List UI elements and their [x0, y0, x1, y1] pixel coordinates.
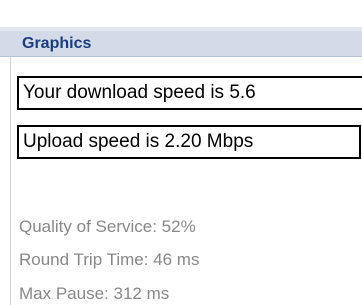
max-pause-stat: Max Pause: 312 ms	[19, 284, 170, 303]
upload-speed-result: Upload speed is 2.20 Mbps	[17, 125, 361, 159]
panel-title: Graphics	[22, 35, 92, 52]
quality-of-service-stat: Quality of Service: 52%	[19, 217, 196, 236]
top-strip	[0, 0, 362, 27]
round-trip-time-stat: Round Trip Time: 46 ms	[19, 250, 200, 269]
graphics-panel-header[interactable]: Graphics	[0, 31, 362, 57]
graphics-panel-body: Your download speed is 5.6 Upload speed …	[10, 57, 362, 305]
download-speed-result: Your download speed is 5.6	[17, 76, 362, 110]
